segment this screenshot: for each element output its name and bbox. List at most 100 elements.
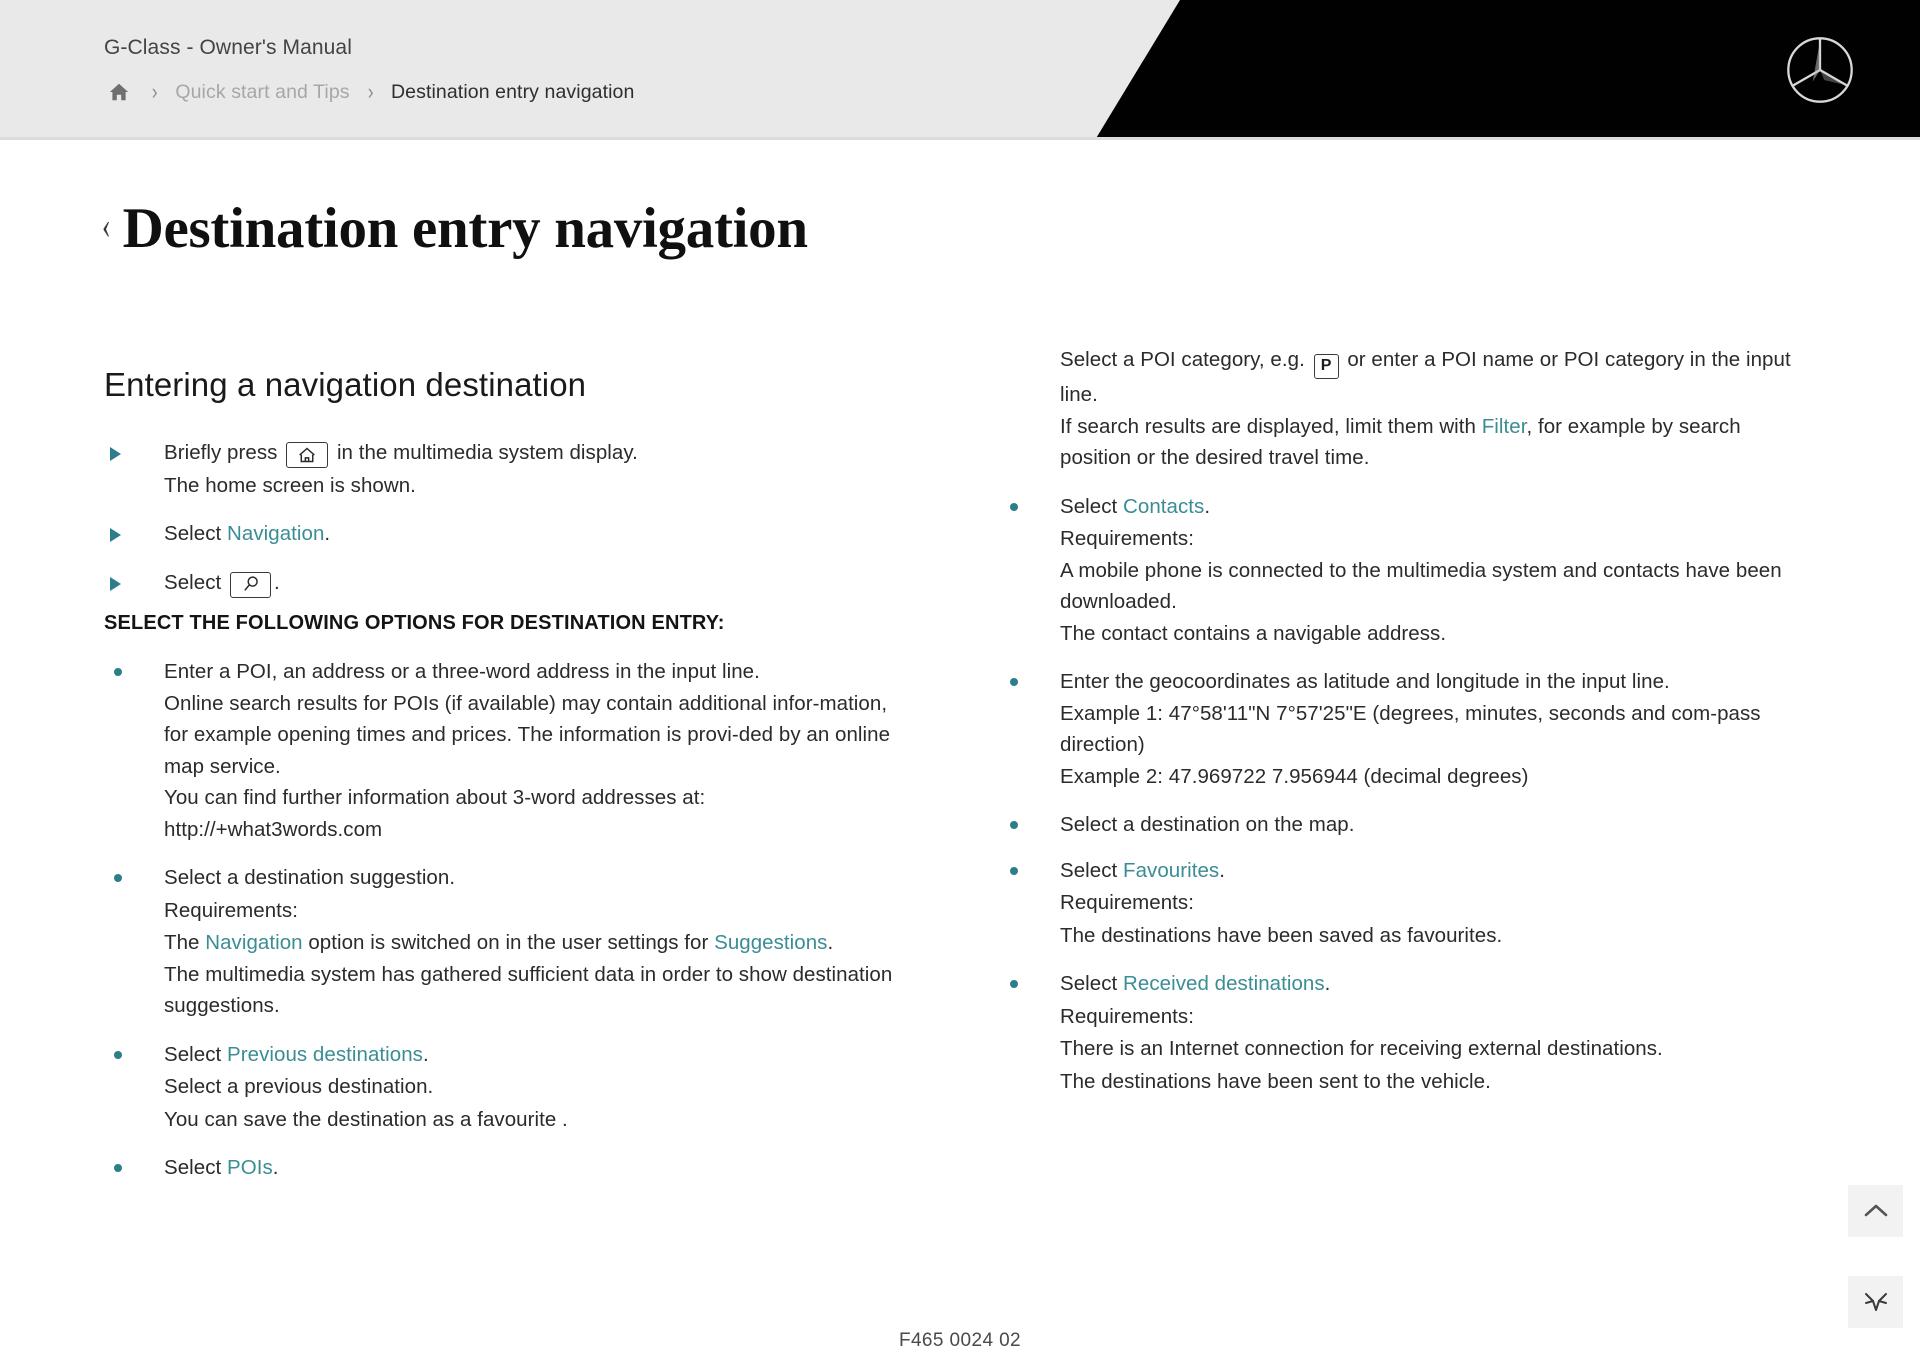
navigation-link[interactable]: Navigation — [205, 931, 302, 954]
period: . — [1204, 494, 1211, 518]
search-icon[interactable] — [230, 571, 272, 598]
option-line: Enter a POI, an address or a three-word … — [164, 660, 760, 683]
dot-bullet-icon — [1010, 980, 1018, 988]
dot-bullet-icon — [1010, 866, 1018, 875]
contacts-link[interactable]: Contacts — [1123, 495, 1204, 518]
step-suffix: in the multimedia system display. — [336, 441, 638, 464]
option-prefix: Select — [1060, 972, 1124, 995]
list-item: Select POIs. — [104, 1152, 914, 1184]
requirement-text: The Navigation option is switched on in … — [164, 927, 914, 959]
navigation-link[interactable]: Navigation — [227, 522, 324, 545]
option-line: Select Received destinations. — [1060, 968, 1810, 1000]
option-detail: You can save the destination as a favour… — [164, 1107, 568, 1131]
option-prefix: Select — [1060, 858, 1124, 882]
triangle-bullet-icon — [110, 576, 121, 591]
option-line: Select Contacts. — [1060, 491, 1810, 523]
triangle-bullet-icon — [110, 528, 121, 542]
list-item: Briefly press in the multimedia system d… — [104, 437, 914, 501]
list-item: Select a destination suggestion. Require… — [104, 862, 914, 1022]
dot-bullet-icon — [1010, 502, 1018, 511]
continuation-block: Select a POI category, e.g. P or enter a… — [1000, 344, 1810, 474]
favourites-link[interactable]: Favourites — [1123, 859, 1219, 882]
requirement-text: The multimedia system has gathered suffi… — [164, 962, 893, 1018]
step-text: Select Navigation. — [164, 518, 914, 550]
home-icon[interactable] — [104, 81, 134, 103]
option-prefix: Select — [164, 1156, 228, 1179]
list-item: Select Contacts. Requirements: A mobile … — [1000, 491, 1810, 650]
dot-bullet-icon — [1010, 821, 1018, 829]
poi-category-text: Select a POI category, e.g. P or enter a… — [1060, 344, 1810, 411]
list-item: Select Received destinations. Requiremen… — [1000, 968, 1810, 1097]
breadcrumb-separator-1: › — [151, 79, 158, 104]
back-chevron-icon[interactable]: ‹ — [102, 207, 111, 245]
dot-bullet-icon — [114, 668, 122, 676]
manual-title: G-Class - Owner's Manual — [104, 36, 352, 59]
poi-before: Select a POI category, e.g. — [1060, 348, 1305, 371]
breadcrumb-parent-link[interactable]: Quick start and Tips — [175, 81, 349, 104]
period: . — [272, 1156, 279, 1179]
period: . — [274, 570, 280, 594]
requirement-text: The destinations have been sent to the v… — [1060, 1069, 1491, 1093]
page-title: Destination entry navigation — [122, 197, 808, 260]
breadcrumb-current: Destination entry navigation — [390, 80, 635, 103]
list-item: Select a destination on the map. — [1000, 809, 1810, 841]
list-item: Select Navigation. — [104, 518, 914, 550]
period: . — [1219, 858, 1225, 882]
step-text: Briefly press in the multimedia system d… — [164, 437, 914, 469]
filter-link[interactable]: Filter — [1482, 415, 1527, 438]
requirement-text: There is an Internet connection for rece… — [1060, 1037, 1663, 1060]
option-line: Select a destination suggestion. — [164, 866, 456, 889]
option-paragraph: You can find further information about 3… — [164, 786, 706, 841]
requirements-label: Requirements: — [164, 898, 298, 922]
filter-text: If search results are displayed, limit t… — [1060, 411, 1810, 474]
received-destinations-link[interactable]: Received destinations — [1123, 972, 1325, 995]
page-title-row: ‹ Destination entry navigation — [100, 200, 808, 257]
option-line: Select Previous destinations. — [164, 1039, 914, 1071]
pois-link[interactable]: POIs — [227, 1156, 273, 1179]
list-item: Enter a POI, an address or a three-word … — [104, 656, 914, 845]
collapse-icon — [1864, 1293, 1887, 1311]
req-after: . — [827, 931, 834, 954]
chevron-up-icon — [1864, 1204, 1887, 1217]
requirements-label: Requirements: — [1060, 527, 1194, 550]
breadcrumb: › Quick start and Tips › Destination ent… — [104, 78, 634, 106]
parking-poi-icon[interactable]: P — [1313, 354, 1339, 379]
step-result: The home screen is shown. — [164, 473, 416, 497]
list-item: Select Favourites. Requirements: The des… — [1000, 855, 1810, 952]
mercedes-benz-star-icon — [1787, 37, 1853, 103]
list-item: Select . — [104, 567, 914, 599]
collapse-button[interactable] — [1848, 1276, 1903, 1328]
home-icon[interactable] — [286, 442, 329, 468]
example-text: Example 1: 47°58'11"N 7°57'25"E (degrees… — [1060, 701, 1761, 757]
triangle-bullet-icon — [110, 447, 121, 461]
requirement-text: The destinations have been saved as favo… — [1060, 923, 1503, 947]
left-column: Entering a navigation destination Briefl… — [104, 366, 914, 1201]
step-prefix: Select — [164, 522, 222, 545]
suggestions-link[interactable]: Suggestions — [714, 931, 827, 954]
period: . — [1324, 972, 1331, 995]
option-prefix: Select — [164, 1042, 228, 1066]
step-text: Select . — [164, 567, 914, 599]
breadcrumb-separator-2: › — [367, 79, 374, 104]
right-column: Select a POI category, e.g. P or enter a… — [1000, 344, 1810, 1114]
option-prefix: Select — [1060, 494, 1124, 518]
period: . — [324, 522, 331, 545]
req-middle: option is switched on in the user settin… — [302, 931, 715, 954]
option-line: Select Favourites. — [1060, 855, 1810, 887]
option-line: Enter the geocoordinates as latitude and… — [1060, 670, 1670, 693]
dot-bullet-icon — [1010, 678, 1018, 686]
list-item: Select Previous destinations. Select a p… — [104, 1039, 914, 1136]
scroll-to-top-button[interactable] — [1848, 1185, 1903, 1237]
option-line: Select POIs. — [164, 1152, 914, 1184]
option-paragraph: Online search results for POIs (if avail… — [164, 691, 891, 778]
previous-destinations-link[interactable]: Previous destinations — [227, 1043, 423, 1066]
step-prefix: Briefly press — [164, 441, 278, 464]
dot-bullet-icon — [114, 1050, 122, 1059]
filter-before: If search results are displayed, limit t… — [1060, 414, 1482, 438]
option-detail: Select a previous destination. — [164, 1075, 434, 1098]
section-heading: Entering a navigation destination — [104, 366, 587, 403]
header-divider — [0, 137, 1920, 140]
requirement-text: The contact contains a navigable address… — [1060, 621, 1447, 645]
step-prefix: Select — [164, 570, 222, 594]
document-code: F465 0024 02 — [898, 1330, 1022, 1351]
